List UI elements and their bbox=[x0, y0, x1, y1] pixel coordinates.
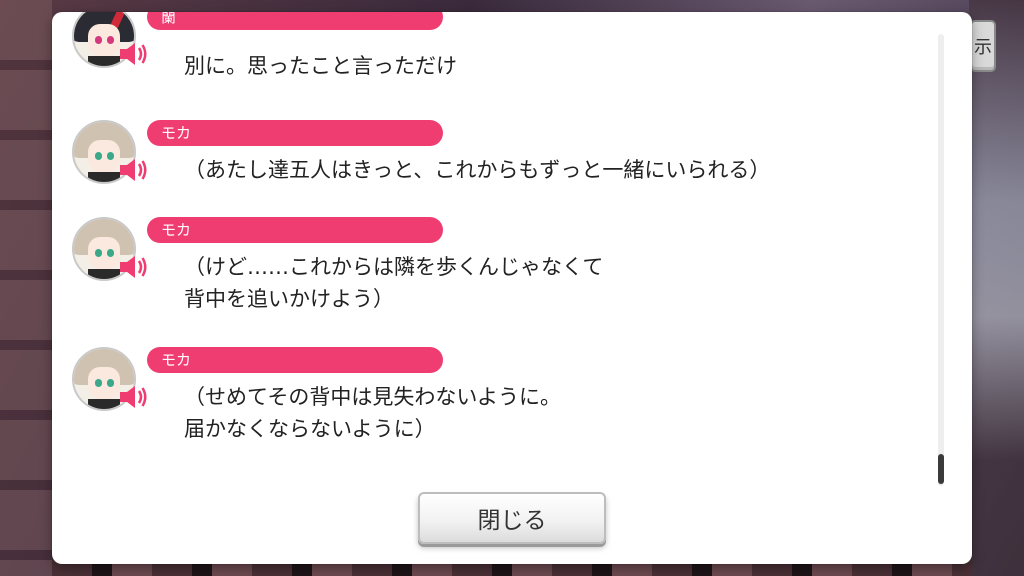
speaker-name-tag: 蘭 bbox=[147, 12, 443, 30]
list-item: モカ （せめてその背中は見失わないように。 届かなくならないように） bbox=[52, 345, 932, 465]
scrollbar-track[interactable] bbox=[938, 34, 944, 486]
speaker-icon[interactable] bbox=[119, 42, 149, 66]
scrollbar-thumb[interactable] bbox=[938, 454, 944, 484]
speaker-name-tag: モカ bbox=[147, 347, 443, 373]
background-side-button: 示 bbox=[970, 20, 996, 72]
close-button[interactable]: 閉じる bbox=[418, 492, 606, 544]
backlog-dialog: 蘭 別に。思ったこと言っただけ モカ （あたし達五人はきっと、これからもずっと一… bbox=[52, 12, 972, 564]
speaker-name-tag: モカ bbox=[147, 120, 443, 146]
speaker-icon[interactable] bbox=[119, 158, 149, 182]
list-item: モカ （あたし達五人はきっと、これからもずっと一緒にいられる） bbox=[52, 118, 932, 208]
dialog-line: （けど……これからは隣を歩くんじゃなくて 背中を追いかけよう） bbox=[184, 255, 604, 311]
list-item: 蘭 別に。思ったこと言っただけ bbox=[52, 12, 932, 80]
dialog-line: （あたし達五人はきっと、これからもずっと一緒にいられる） bbox=[184, 158, 771, 182]
speaker-icon[interactable] bbox=[119, 255, 149, 279]
dialog-line: 別に。思ったこと言っただけ bbox=[184, 54, 457, 78]
list-item: モカ （けど……これからは隣を歩くんじゃなくて 背中を追いかけよう） bbox=[52, 215, 932, 335]
speaker-name-tag: モカ bbox=[147, 217, 443, 243]
background-left bbox=[0, 0, 52, 576]
speaker-icon[interactable] bbox=[119, 385, 149, 409]
backlog-list[interactable]: 蘭 別に。思ったこと言っただけ モカ （あたし達五人はきっと、これからもずっと一… bbox=[52, 12, 932, 482]
background-right bbox=[969, 0, 1024, 576]
dialog-line: （せめてその背中は見失わないように。 届かなくならないように） bbox=[184, 385, 561, 441]
